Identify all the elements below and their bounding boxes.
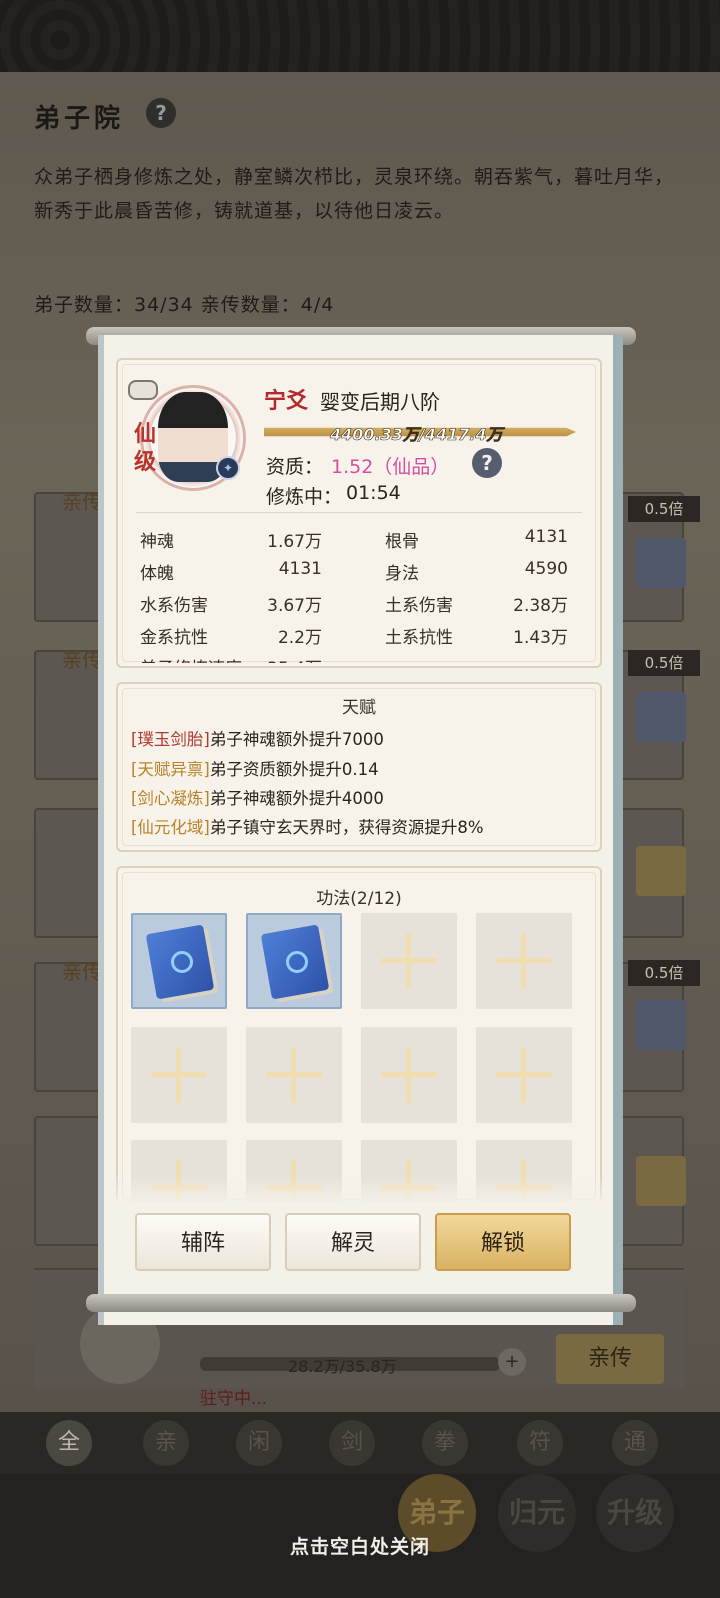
technique-slot[interactable] bbox=[246, 913, 342, 1009]
talent-item: [仙元化域]弟子镇守玄天界时，获得资源提升8% bbox=[131, 814, 484, 838]
promote-disciple-button[interactable]: 亲传 bbox=[556, 1334, 664, 1384]
talent-text: 弟子资质额外提升0.14 bbox=[209, 760, 379, 779]
talent-item: [天赋异禀]弟子资质额外提升0.14 bbox=[131, 756, 379, 780]
card-action-button[interactable] bbox=[636, 692, 686, 742]
filter-personal[interactable]: 亲 bbox=[143, 1420, 189, 1466]
chat-icon[interactable] bbox=[128, 380, 158, 400]
stat-row-clipped: 弟子修炼速度 35.4万 bbox=[140, 652, 340, 663]
stat-value: 4131 bbox=[524, 527, 568, 547]
stat-value: 4131 bbox=[278, 559, 322, 579]
rank-seal: 仙级 bbox=[133, 421, 156, 475]
multiplier-badge: 0.5倍 bbox=[628, 650, 700, 676]
empty-technique-slot[interactable] bbox=[246, 1027, 342, 1123]
card-action-button[interactable] bbox=[636, 538, 686, 588]
card-tag: 亲传 bbox=[62, 490, 102, 514]
talent-item: [璞玉剑胎]弟子神魂额外提升7000 bbox=[131, 726, 384, 750]
multiplier-badge: 0.5倍 bbox=[628, 960, 700, 986]
talent-tag: [剑心凝炼] bbox=[131, 789, 210, 808]
stat-value: 2.2万 bbox=[277, 628, 322, 648]
talent-text: 弟子神魂额外提升4000 bbox=[209, 789, 384, 808]
empty-technique-slot[interactable] bbox=[361, 913, 457, 1009]
card-action-button[interactable] bbox=[636, 846, 686, 896]
page-description: 众弟子栖身修炼之处，静室鳞次栉比，灵泉环绕。朝吞紫气，暮吐月华，新秀于此晨昏苦修… bbox=[34, 166, 675, 222]
filter-idle[interactable]: 闲 bbox=[236, 1420, 282, 1466]
stat-label: 根骨 bbox=[385, 532, 419, 552]
technique-slot[interactable] bbox=[131, 913, 227, 1009]
stat-label: 身法 bbox=[385, 564, 419, 584]
help-icon[interactable]: ? bbox=[146, 98, 176, 128]
stat-value: 1.67万 bbox=[267, 532, 322, 552]
disciple-count: 弟子数量：34/34 亲传数量：4/4 bbox=[34, 294, 335, 316]
page-title: 弟子院 bbox=[34, 104, 125, 134]
multiplier-badge: 0.5倍 bbox=[628, 496, 700, 522]
empty-technique-slot[interactable] bbox=[476, 913, 572, 1009]
talent-item: [剑心凝炼]弟子神魂额外提升4000 bbox=[131, 785, 384, 809]
empty-technique-slot[interactable] bbox=[476, 1027, 572, 1123]
technique-title: 功法(2/12) bbox=[316, 889, 402, 909]
stat-value: 2.38万 bbox=[513, 596, 568, 616]
add-exp-button[interactable]: + bbox=[498, 1348, 526, 1376]
sect-icon: ✦ bbox=[216, 456, 240, 480]
stat-label: 神魂 bbox=[140, 532, 174, 552]
talent-title: 天赋 bbox=[342, 698, 376, 718]
stat-value: 4590 bbox=[524, 559, 568, 579]
card-action-button[interactable] bbox=[636, 1156, 686, 1206]
aptitude-value: 1.52（仙品） bbox=[331, 456, 450, 478]
stat-value: 3.67万 bbox=[267, 596, 322, 616]
filter-talisman[interactable]: 符 bbox=[517, 1420, 563, 1466]
disciple-realm: 婴变后期八阶 bbox=[320, 390, 440, 414]
stat-label: 体魄 bbox=[140, 564, 174, 584]
stat-value: 35.4万 bbox=[232, 654, 322, 663]
stat-label: 土系伤害 bbox=[385, 596, 453, 616]
card-tag: 亲传 bbox=[62, 648, 102, 672]
release-spirit-button[interactable]: 解灵 bbox=[285, 1213, 421, 1271]
stat-label: 弟子修炼速度 bbox=[140, 654, 242, 663]
card-action-button[interactable] bbox=[636, 1000, 686, 1050]
top-decor-bar bbox=[0, 0, 720, 72]
exp-text: 28.2万/35.8万 bbox=[288, 1357, 397, 1376]
status-text: 驻守中... bbox=[200, 1389, 268, 1409]
filter-all[interactable]: 全 bbox=[46, 1420, 92, 1466]
aptitude-label: 资质： bbox=[266, 456, 324, 478]
card-tag: 亲传 bbox=[62, 960, 102, 984]
filter-fist[interactable]: 拳 bbox=[422, 1420, 468, 1466]
filter-general[interactable]: 通 bbox=[612, 1420, 658, 1466]
disciple-name: 宁爻 bbox=[264, 388, 309, 414]
training-label: 修炼中： bbox=[266, 486, 343, 508]
close-hint[interactable]: 点击空白处关闭 bbox=[0, 1532, 720, 1559]
stat-value: 1.43万 bbox=[513, 628, 568, 648]
empty-technique-slot[interactable] bbox=[361, 1027, 457, 1123]
scroll-rod-bottom bbox=[86, 1294, 636, 1312]
talent-text: 弟子镇守玄天界时，获得资源提升8% bbox=[209, 818, 484, 837]
stat-label: 水系伤害 bbox=[140, 596, 208, 616]
divider bbox=[136, 512, 582, 513]
assist-formation-button[interactable]: 辅阵 bbox=[135, 1213, 271, 1271]
aptitude-help-icon[interactable]: ? bbox=[472, 448, 502, 478]
training-timer: 01:54 bbox=[346, 482, 401, 504]
talent-tag: [仙元化域] bbox=[131, 818, 210, 837]
stat-label: 金系抗性 bbox=[140, 628, 208, 648]
talent-tag: [璞玉剑胎] bbox=[131, 730, 210, 749]
talent-text: 弟子神魂额外提升7000 bbox=[209, 730, 384, 749]
cultivation-exp-text: 4400.33万/4417.4万 bbox=[330, 425, 503, 445]
empty-technique-slot[interactable] bbox=[131, 1027, 227, 1123]
filter-sword[interactable]: 剑 bbox=[329, 1420, 375, 1466]
stat-label: 土系抗性 bbox=[385, 628, 453, 648]
unlock-button[interactable]: 解锁 bbox=[435, 1213, 571, 1271]
talent-tag: [天赋异禀] bbox=[131, 760, 210, 779]
scroll-fade bbox=[116, 1176, 602, 1206]
